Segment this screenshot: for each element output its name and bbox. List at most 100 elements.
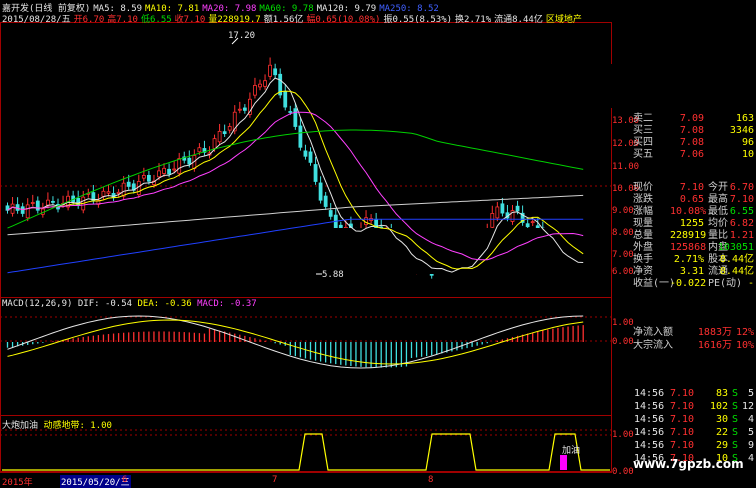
macd-dea: DEA: -0.36 [137, 299, 192, 309]
candle-body [30, 202, 35, 204]
trade-volume: 10 [715, 453, 728, 464]
quote-value: 6.55 [729, 206, 754, 217]
quote-label: PE(动) [708, 278, 743, 289]
trade-volume: 22 [715, 427, 728, 438]
candle-body [136, 181, 141, 196]
time-month-8: 8 [428, 475, 434, 485]
trade-row: 14:56 7.10 10 S 4 [632, 452, 756, 465]
order-book-row: 买四 7.08 96 [632, 137, 756, 149]
candle-body [46, 199, 50, 206]
trade-price: 7.10 [670, 440, 695, 451]
ask-price: 7.06 [679, 149, 704, 160]
trade-row: 14:56 7.10 22 S 5 [632, 426, 756, 439]
kline-chart[interactable] [0, 0, 612, 487]
candle-body [187, 157, 192, 165]
trade-price: 7.10 [670, 401, 695, 412]
trade-price: 7.10 [670, 414, 695, 425]
trade-row: 14:56 7.10 102 S 12 [632, 400, 756, 413]
candle-body [237, 108, 242, 111]
trade-side: S [732, 414, 739, 425]
trade-count: 9 [747, 440, 754, 451]
ask-price: 7.08 [679, 125, 704, 136]
candle-body [121, 182, 126, 197]
candle-body [212, 138, 217, 149]
quote-label: 涨幅 [633, 206, 653, 217]
trade-time: 14:56 [634, 388, 665, 399]
candle-body [318, 182, 323, 201]
candle-body [51, 200, 55, 203]
candle-body [298, 125, 303, 148]
ask-volume: 3346 [729, 125, 754, 136]
trade-row: 14:56 7.10 83 S 5 [632, 387, 756, 400]
candle-body [197, 147, 202, 153]
quote-value: - [747, 278, 754, 289]
ask-volume: 96 [741, 137, 754, 148]
quote-label: 今开 [708, 182, 728, 193]
quote-label: 净资 [633, 266, 653, 277]
signal-tick: 0.00 [612, 467, 634, 477]
quote-value: -0.022 [670, 278, 707, 289]
candle-body [328, 210, 333, 217]
candle-body [313, 164, 318, 182]
price-tick: 9.00 [612, 206, 634, 216]
quote-label: 最高 [708, 194, 728, 205]
candle-body [227, 126, 232, 131]
candle-body [258, 83, 262, 88]
quote-row: 现量 1255 均价 6.82 [632, 218, 756, 230]
trade-count: 4 [747, 414, 754, 425]
signal-tick: 1.00 [612, 430, 634, 440]
quote-label: 量比 [708, 230, 728, 241]
time-month-7: 7 [272, 475, 278, 485]
candle-body [515, 205, 520, 212]
overlay-blank [420, 64, 612, 108]
trade-time: 14:56 [634, 427, 665, 438]
low-annotation: 5.88 [322, 270, 344, 280]
ask-price: 7.08 [679, 137, 704, 148]
candle-body [273, 68, 278, 76]
flow-label: 大宗流入 [633, 340, 673, 351]
quote-label: 换手 [633, 254, 653, 265]
trade-count: 5 [747, 388, 754, 399]
candle-body [490, 213, 495, 228]
quote-value: 2.71% [673, 254, 704, 265]
quote-label: 均价 [708, 218, 728, 229]
trade-count: 5 [747, 427, 754, 438]
ask-volume: 163 [735, 113, 754, 124]
candle-body [293, 108, 298, 127]
price-tick: 8.00 [612, 228, 634, 238]
order-book-row: 买三 7.08 3346 [632, 125, 756, 137]
trade-volume: 30 [715, 414, 728, 425]
quote-value: 0.65 [679, 194, 704, 205]
info-float: 流通8.44亿 [494, 15, 543, 25]
quote-value: 1.21 [729, 230, 754, 241]
quote-value: 125868 [670, 242, 707, 253]
quote-label: 外盘 [633, 242, 653, 253]
trade-time: 14:56 [634, 414, 665, 425]
ask-label: 买四 [633, 137, 653, 148]
candle-body [25, 204, 30, 219]
flow-pct: 12% [735, 327, 754, 338]
macd-name: MACD(12,26,9) [2, 299, 73, 309]
ask-volume: 10 [741, 149, 754, 160]
quote-row: 换手 2.71% 股本 8.44亿 [632, 254, 756, 266]
order-book-row: 卖二 7.09 163 [632, 113, 756, 125]
candle-body [268, 64, 273, 77]
trade-row: 14:56 7.10 30 S 4 [632, 413, 756, 426]
time-year: 2015年 [2, 478, 33, 488]
candle-body [35, 200, 40, 211]
quote-row: 外盘 125868 内盘 103051 [632, 242, 756, 254]
signal-tag: 加油 [562, 446, 581, 456]
quote-label: 收益(一) [633, 278, 676, 289]
high-annotation: 17.20 [228, 31, 256, 41]
info-turnover: 换2.71% [455, 15, 492, 25]
quote-row: 涨跌 0.65 最高 7.10 [632, 194, 756, 206]
trade-side: S [732, 427, 739, 438]
candle-body [263, 80, 267, 87]
candle-body [146, 174, 151, 182]
candle-body [283, 91, 288, 108]
candle-body [530, 221, 535, 224]
macd-tick: 1.00 [612, 318, 634, 328]
candle-body [126, 181, 131, 187]
trade-price: 7.10 [670, 427, 695, 438]
flow-pct: 10% [735, 340, 754, 351]
